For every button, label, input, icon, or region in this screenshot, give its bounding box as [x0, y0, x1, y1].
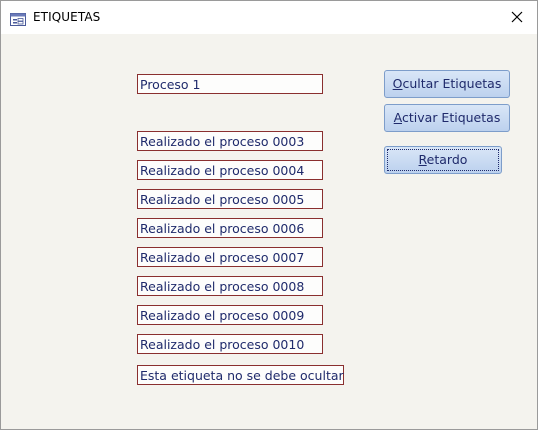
delay-accel-key: R: [418, 152, 427, 167]
step-label-0009: Realizado el proceso 0009: [137, 305, 323, 325]
step-label-0006: Realizado el proceso 0006: [137, 218, 323, 238]
step-label-0004: Realizado el proceso 0004: [137, 160, 323, 180]
window-title: ETIQUETAS: [33, 10, 101, 24]
hide-button-label: cultar Etiquetas: [402, 76, 502, 91]
etiquetas-window: ETIQUETAS Proceso 1 Realizado el proceso…: [0, 0, 538, 430]
hide-labels-button[interactable]: Ocultar Etiquetas: [384, 70, 510, 98]
title-bar[interactable]: ETIQUETAS: [1, 1, 537, 34]
activate-accel-key: A: [393, 110, 403, 125]
process-title-label: Proceso 1: [137, 74, 323, 94]
close-button[interactable]: [497, 1, 537, 34]
delay-button-label: etardo: [426, 152, 468, 167]
activate-labels-button[interactable]: Activar Etiquetas: [384, 104, 510, 132]
step-label-0005: Realizado el proceso 0005: [137, 189, 323, 209]
step-label-0003: Realizado el proceso 0003: [137, 131, 323, 151]
step-label-0010: Realizado el proceso 0010: [137, 334, 323, 354]
form-icon: [10, 11, 26, 26]
delay-button[interactable]: Retardo: [384, 146, 502, 174]
step-label-0008: Realizado el proceso 0008: [137, 276, 323, 296]
activate-button-label: ctivar Etiquetas: [402, 110, 501, 125]
step-label-0007: Realizado el proceso 0007: [137, 247, 323, 267]
hide-accel-key: O: [392, 76, 403, 91]
close-icon: [511, 8, 523, 27]
permanent-label: Esta etiqueta no se debe ocultar: [137, 365, 344, 385]
